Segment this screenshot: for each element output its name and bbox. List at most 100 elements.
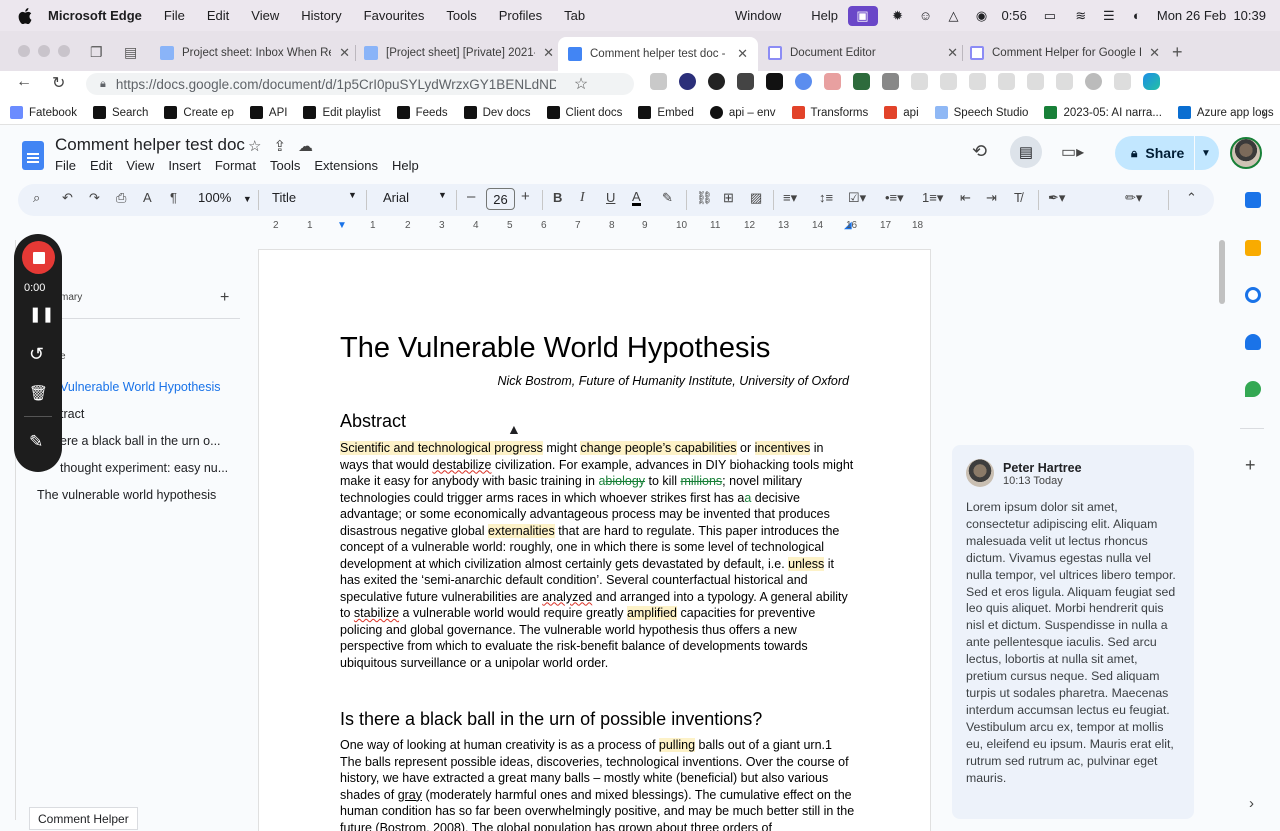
- bookmark-fatebook[interactable]: Fatebook: [10, 106, 77, 119]
- add-comment-icon[interactable]: ⊞: [723, 190, 734, 206]
- menu-edit[interactable]: Edit: [207, 8, 229, 23]
- close-icon[interactable]: ✕: [543, 45, 554, 61]
- cloud-status-icon[interactable]: ☁: [298, 137, 313, 155]
- control-center-icon[interactable]: ☰: [1101, 8, 1117, 24]
- expand-side-panel-icon[interactable]: ›: [1249, 795, 1254, 812]
- sf-ext-icon[interactable]: [795, 73, 812, 90]
- docs-menu-tools[interactable]: Tools: [270, 158, 300, 173]
- highlight-icon[interactable]: ✎: [662, 190, 673, 206]
- bookmark-transforms[interactable]: Transforms: [791, 106, 868, 119]
- meet-icon[interactable]: ▭▸: [1061, 142, 1084, 162]
- pencil-icon[interactable]: ✎: [29, 432, 43, 452]
- bookmarks-overflow-icon[interactable]: ›: [1262, 106, 1266, 120]
- underline-icon[interactable]: U: [606, 190, 615, 205]
- contacts-icon[interactable]: [1245, 334, 1261, 350]
- add-summary-icon[interactable]: +: [220, 289, 229, 307]
- tab-project-sheet-private[interactable]: [Project sheet] [Private] 2021- ✕: [364, 40, 554, 66]
- outline-item[interactable]: ere a black ball in the urn o...: [60, 434, 240, 448]
- bars-ext-icon[interactable]: [766, 73, 783, 90]
- favorites-icon[interactable]: [940, 73, 957, 90]
- collections-icon[interactable]: [969, 73, 986, 90]
- bulleted-list-icon[interactable]: •≡▾: [885, 190, 904, 206]
- tasks-icon[interactable]: [1245, 287, 1261, 303]
- bookmark-api-env[interactable]: api – env: [709, 106, 776, 119]
- downloads-icon[interactable]: [1027, 73, 1044, 90]
- docs-menu-view[interactable]: View: [126, 158, 154, 173]
- decrease-indent-icon[interactable]: ⇤: [960, 190, 971, 206]
- maps-icon[interactable]: [1245, 381, 1261, 397]
- workspaces-icon[interactable]: ❐: [90, 44, 103, 61]
- close-icon[interactable]: ✕: [339, 45, 350, 61]
- spellcheck-icon[interactable]: A: [143, 190, 152, 205]
- restart-icon[interactable]: ↺: [29, 344, 44, 365]
- document-page[interactable]: The Vulnerable World Hypothesis Nick Bos…: [258, 249, 931, 831]
- favorite-star-icon[interactable]: ☆: [574, 74, 588, 94]
- tab-comment-helper-doc[interactable]: Comment helper test doc - Go ✕: [558, 37, 758, 71]
- more-icon[interactable]: [1114, 73, 1131, 90]
- profile-icon[interactable]: [1085, 73, 1102, 90]
- close-icon[interactable]: ✕: [947, 45, 958, 61]
- outline-item[interactable]: Vulnerable World Hypothesis: [60, 380, 240, 394]
- doc-heading-abstract[interactable]: Abstract: [340, 411, 406, 432]
- docs-menu-file[interactable]: File: [55, 158, 76, 173]
- menu-help[interactable]: Help: [811, 8, 838, 23]
- editing-mode-icon[interactable]: ✏▾: [1125, 190, 1142, 206]
- robot-icon[interactable]: ☺: [918, 8, 934, 24]
- menu-profiles[interactable]: Profiles: [499, 8, 542, 23]
- bookmark-create-ep[interactable]: Create ep: [164, 106, 234, 119]
- keep-icon[interactable]: [1245, 240, 1261, 256]
- screen-share-icon[interactable]: ▣: [847, 5, 878, 26]
- line-spacing-icon[interactable]: ↕≡: [819, 190, 833, 205]
- search-menus-icon[interactable]: ⌕: [33, 190, 40, 206]
- font-select[interactable]: Arial ▼: [383, 190, 447, 205]
- bookmark-client-docs[interactable]: Client docs: [546, 106, 622, 119]
- reload-icon[interactable]: ↻: [52, 73, 65, 93]
- menu-window[interactable]: Window: [735, 8, 781, 23]
- star-icon[interactable]: ☆: [248, 137, 261, 155]
- outline-item[interactable]: tract: [60, 407, 240, 421]
- docs-logo-icon[interactable]: [22, 141, 44, 170]
- tab-document-editor[interactable]: Document Editor ✕: [768, 40, 958, 66]
- user-avatar[interactable]: [1230, 137, 1262, 169]
- align-icon[interactable]: ≡▾: [783, 190, 797, 206]
- italic-icon[interactable]: I: [580, 190, 585, 206]
- wifi-icon[interactable]: ≋: [1073, 8, 1089, 24]
- stop-recording-button[interactable]: [22, 241, 55, 274]
- add-addon-icon[interactable]: +: [1245, 455, 1256, 476]
- style-select[interactable]: Title ▼: [272, 190, 357, 205]
- new-tab-icon[interactable]: +: [1172, 42, 1183, 63]
- pause-icon[interactable]: ❚❚: [29, 305, 54, 323]
- close-icon[interactable]: ✕: [1149, 45, 1160, 61]
- docs-menu-help[interactable]: Help: [392, 158, 419, 173]
- chevron-down-icon[interactable]: ▼: [1201, 148, 1211, 159]
- decrease-font-size-button[interactable]: –: [467, 188, 475, 205]
- docs-menu-edit[interactable]: Edit: [90, 158, 112, 173]
- zoom-select[interactable]: 100% ▼: [198, 190, 252, 205]
- move-folder-icon[interactable]: ⇪: [273, 137, 286, 155]
- increase-indent-icon[interactable]: ⇥: [986, 190, 997, 206]
- bookmark-embed[interactable]: Embed: [638, 106, 694, 119]
- menu-tools[interactable]: Tools: [446, 8, 476, 23]
- grid-ext-icon[interactable]: [853, 73, 870, 90]
- bookmark-speech-studio[interactable]: Speech Studio: [934, 106, 1028, 119]
- outline-item[interactable]: The vulnerable world hypothesis: [37, 488, 237, 502]
- menu-tab[interactable]: Tab: [564, 8, 585, 23]
- comment-helper-label[interactable]: Comment Helper: [29, 807, 138, 830]
- insert-image-icon[interactable]: ▨: [750, 190, 762, 206]
- font-size-input[interactable]: 26: [486, 188, 515, 210]
- brightness-icon[interactable]: ✹: [890, 8, 906, 24]
- doc-abstract-paragraph[interactable]: Scientific and technological progress mi…: [340, 440, 855, 671]
- text-color-icon[interactable]: A: [632, 190, 641, 206]
- bookmark-search[interactable]: Search: [92, 106, 148, 119]
- url-field[interactable]: 🔒︎ https://docs.google.com/document/d/1p…: [86, 73, 634, 95]
- menu-history[interactable]: History: [301, 8, 341, 23]
- paint-format-icon[interactable]: ¶: [170, 190, 177, 205]
- tab-comment-helper-addon[interactable]: Comment Helper for Google Do ✕: [970, 40, 1160, 66]
- calendar-icon[interactable]: [1245, 192, 1261, 208]
- bookmark-ai-narration[interactable]: 2023-05: AI narra...: [1044, 106, 1162, 119]
- battery-icon[interactable]: ▭: [1039, 8, 1061, 24]
- menu-file[interactable]: File: [164, 8, 185, 23]
- bookmark-edit-playlist[interactable]: Edit playlist: [303, 106, 381, 119]
- heart-pulse-icon[interactable]: [998, 73, 1015, 90]
- close-window-button[interactable]: [18, 45, 30, 57]
